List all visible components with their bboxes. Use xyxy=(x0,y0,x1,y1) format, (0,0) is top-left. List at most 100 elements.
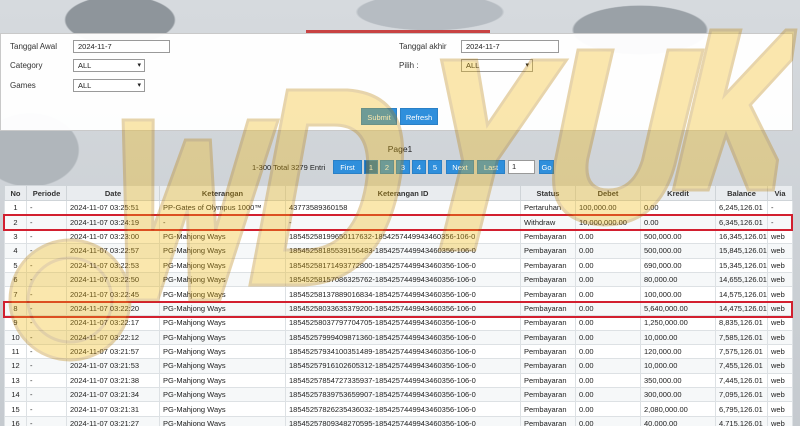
cell-no: 16 xyxy=(4,415,27,426)
column-header-status[interactable]: Status xyxy=(520,185,576,201)
go-button[interactable]: Go xyxy=(539,160,554,174)
submit-button[interactable]: Submit xyxy=(361,108,397,125)
pilih-select[interactable]: ALL ▾ xyxy=(461,59,533,72)
table-row[interactable]: 6-2024-11-07 03:22:50 PG-Mahjong Ways 1854… xyxy=(4,271,793,288)
column-header-debet[interactable]: Debet xyxy=(575,185,641,201)
cell-date: 2024-11-07 03:21:53 xyxy=(66,358,160,374)
table-row[interactable]: 16-2024-11-07 03:21:27 PG-Mahjong Ways 185… xyxy=(4,415,793,426)
cell-periode: - xyxy=(26,199,67,216)
transaction-table: No Periode Date Keterangan Keterangan ID… xyxy=(4,185,793,426)
cell-keterangan-id[interactable]: 18545258199650117632-1854257449943460356… xyxy=(285,228,521,245)
cell-periode: - xyxy=(26,329,67,345)
cell-keterangan-id[interactable]: 18545258137889016834-1854257449943460356… xyxy=(285,286,521,302)
table-row[interactable]: 14-2024-11-07 03:21:34 PG-Mahjong Ways 185… xyxy=(4,387,793,403)
column-header-via[interactable]: Via xyxy=(767,185,793,201)
cell-keterangan-id[interactable]: 18545257934100351489-1854257449943460356… xyxy=(285,343,521,360)
table-row[interactable]: 8-2024-11-07 03:22:20 PG-Mahjong Ways 1854… xyxy=(4,300,793,317)
page-button-5[interactable]: 5 xyxy=(428,160,442,174)
cell-periode: - xyxy=(26,228,67,245)
cell-no: 14 xyxy=(4,387,27,403)
header-strip xyxy=(0,0,800,34)
cell-no: 6 xyxy=(4,271,27,288)
page-button-2[interactable]: 2 xyxy=(380,160,394,174)
cell-date: 2024-11-07 03:21:57 xyxy=(66,343,160,360)
page-number-input[interactable]: 1 xyxy=(508,160,535,174)
cell-keterangan-id: - xyxy=(285,214,521,230)
table-row[interactable]: 5-2024-11-07 03:22:53 PG-Mahjong Ways 1854… xyxy=(4,257,793,273)
cell-via: web xyxy=(767,329,793,345)
table-row[interactable]: 15-2024-11-07 03:21:31 PG-Mahjong Ways 185… xyxy=(4,401,793,417)
cell-status: Pembayaran xyxy=(520,300,576,317)
cell-date: 2024-11-07 03:22:50 xyxy=(66,271,160,288)
page-button-3[interactable]: 3 xyxy=(396,160,410,174)
cell-keterangan-id[interactable]: 18545258037797704705-1854257449943460356… xyxy=(285,315,521,331)
category-label: Category xyxy=(10,61,43,70)
cell-debet: 0.00 xyxy=(575,387,641,403)
cell-no: 9 xyxy=(4,315,27,331)
cell-debet: 0.00 xyxy=(575,372,641,389)
cell-keterangan-id[interactable]: 18545257854727335937-1854257449943460356… xyxy=(285,372,521,389)
cell-via: web xyxy=(767,315,793,331)
cell-debet: 0.00 xyxy=(575,343,641,360)
cell-via: web xyxy=(767,243,793,259)
games-selected-value: ALL xyxy=(78,81,92,90)
table-row[interactable]: 7-2024-11-07 03:22:45 PG-Mahjong Ways 1854… xyxy=(4,286,793,302)
cell-keterangan-id[interactable]: 18545257999409871360-1854257449943460356… xyxy=(285,329,521,345)
cell-keterangan-id[interactable]: 18545257839753659907-1854257449943460356… xyxy=(285,387,521,403)
cell-status: Withdraw xyxy=(520,214,576,230)
page-title: Page1 xyxy=(387,144,413,154)
cell-keterangan-id[interactable]: 43773589360158 xyxy=(285,199,521,216)
cell-no: 13 xyxy=(4,372,27,389)
last-page-button[interactable]: Last xyxy=(477,160,505,174)
cell-keterangan: PG-Mahjong Ways xyxy=(159,286,286,302)
cell-via: web xyxy=(767,286,793,302)
table-header-row: No Periode Date Keterangan Keterangan ID… xyxy=(4,185,793,201)
column-header-date[interactable]: Date xyxy=(66,185,160,201)
cell-periode: - xyxy=(26,243,67,259)
cell-periode: - xyxy=(26,401,67,417)
category-selected-value: ALL xyxy=(78,61,92,70)
column-header-keterangan[interactable]: Keterangan xyxy=(159,185,286,201)
cell-debet: 0.00 xyxy=(575,415,641,426)
cell-keterangan-id[interactable]: 18545258033635379200-1854257449943460356… xyxy=(285,300,521,317)
column-header-balance[interactable]: Balance xyxy=(715,185,768,201)
page-button-4[interactable]: 4 xyxy=(412,160,426,174)
cell-balance: 7,575,126.01 xyxy=(715,343,768,360)
cell-keterangan-id[interactable]: 18545258185539156483-1854257449943460356… xyxy=(285,243,521,259)
column-header-periode[interactable]: Periode xyxy=(26,185,67,201)
cell-kredit: 0.00 xyxy=(640,214,716,230)
tanggal-awal-input[interactable]: 2024-11-7 xyxy=(73,40,170,53)
refresh-button[interactable]: Refresh xyxy=(400,108,438,125)
cell-keterangan-id[interactable]: 18545257916102605312-1854257449943460356… xyxy=(285,358,521,374)
cell-keterangan: PG-Mahjong Ways xyxy=(159,401,286,417)
first-page-button[interactable]: First xyxy=(333,160,362,174)
tanggal-akhir-input[interactable]: 2024-11-7 xyxy=(461,40,559,53)
column-header-kredit[interactable]: Kredit xyxy=(640,185,716,201)
cell-keterangan-id[interactable]: 18545258157086325762-1854257449943460356… xyxy=(285,271,521,288)
cell-keterangan-id[interactable]: 18545257809348270595-1854257449943460356… xyxy=(285,415,521,426)
cell-keterangan-id[interactable]: 18545257826235436032-1854257449943460356… xyxy=(285,401,521,417)
cell-debet: 100,000.00 xyxy=(575,199,641,216)
table-row[interactable]: 3-2024-11-07 03:23:00 PG-Mahjong Ways 1854… xyxy=(4,228,793,245)
column-header-keterangan-id[interactable]: Keterangan ID xyxy=(285,185,521,201)
cell-date: 2024-11-07 03:21:38 xyxy=(66,372,160,389)
table-row[interactable]: 4-2024-11-07 03:22:57 PG-Mahjong Ways 1854… xyxy=(4,243,793,259)
page-button-1[interactable]: 1 xyxy=(364,160,378,174)
cell-keterangan: PG-Mahjong Ways xyxy=(159,387,286,403)
category-select[interactable]: ALL ▾ xyxy=(73,59,145,72)
table-row[interactable]: 12-2024-11-07 03:21:53 PG-Mahjong Ways 185… xyxy=(4,358,793,374)
cell-date: 2024-11-07 03:24:19 xyxy=(66,214,160,230)
cell-keterangan-id[interactable]: 18545258171493772800-1854257449943460356… xyxy=(285,257,521,273)
next-page-button[interactable]: Next xyxy=(446,160,474,174)
cell-date: 2024-11-07 03:21:27 xyxy=(66,415,160,426)
table-row[interactable]: 10-2024-11-07 03:22:12 PG-Mahjong Ways 185… xyxy=(4,329,793,345)
column-header-no[interactable]: No xyxy=(4,185,27,201)
cell-debet: 0.00 xyxy=(575,271,641,288)
table-row[interactable]: 9-2024-11-07 03:22:17 PG-Mahjong Ways 1854… xyxy=(4,315,793,331)
table-row[interactable]: 11-2024-11-07 03:21:57 PG-Mahjong Ways 185… xyxy=(4,343,793,360)
table-row[interactable]: 2-2024-11-07 03:24:19- - Withdraw 10,000,00… xyxy=(4,214,793,230)
table-row[interactable]: 13-2024-11-07 03:21:38 PG-Mahjong Ways 185… xyxy=(4,372,793,389)
cell-date: 2024-11-07 03:22:12 xyxy=(66,329,160,345)
table-row[interactable]: 1-2024-11-07 03:25:51 PP-Gates of Olympus… xyxy=(4,199,793,216)
games-select[interactable]: ALL ▾ xyxy=(73,79,145,92)
